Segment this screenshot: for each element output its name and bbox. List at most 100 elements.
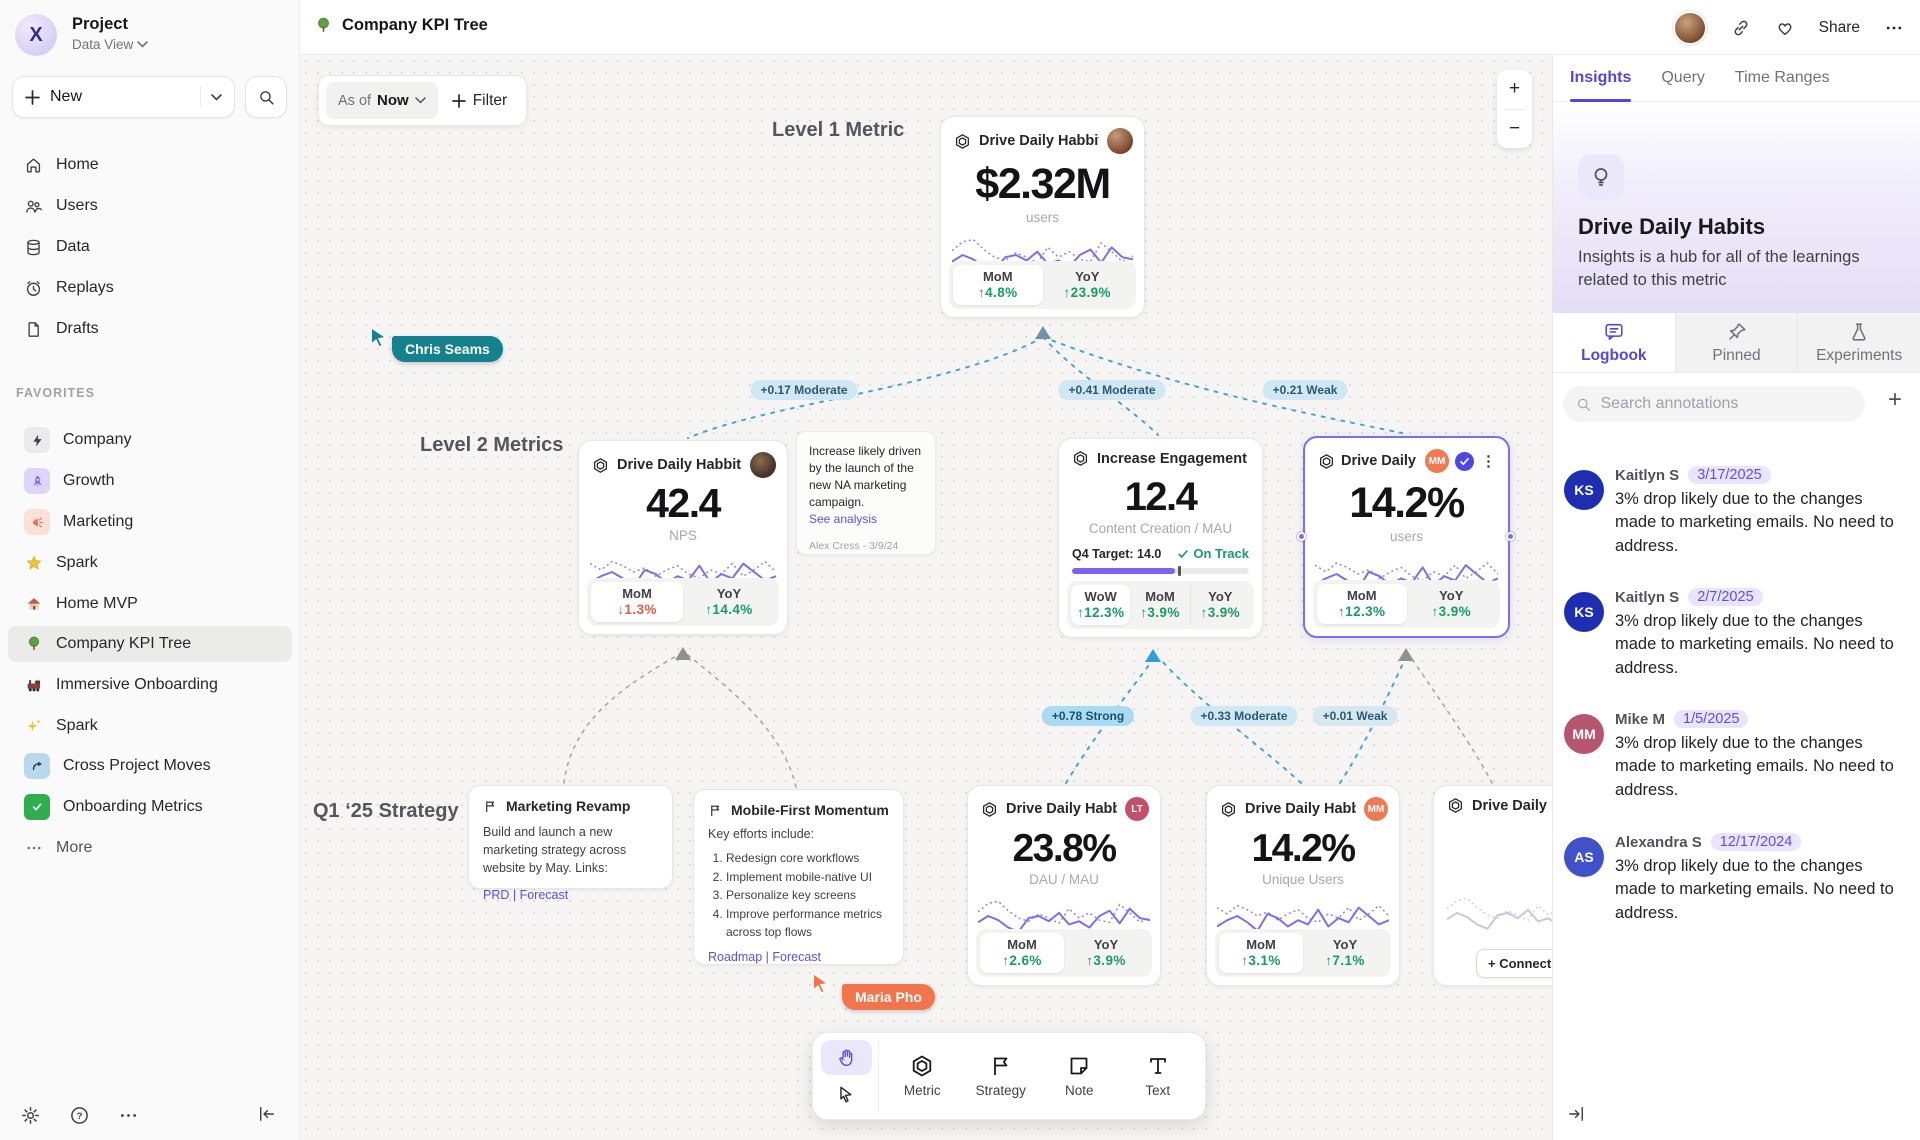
strategy-links[interactable]: Roadmap | Forecast — [708, 950, 889, 964]
note-icon — [1067, 1054, 1091, 1078]
avatar: KS — [1564, 592, 1604, 632]
canvas-filter-bar: As of Now Filter — [318, 75, 527, 126]
tab-query[interactable]: Query — [1661, 55, 1705, 101]
sidebar-search-button[interactable] — [245, 76, 287, 118]
avatar: KS — [1564, 470, 1604, 510]
annotation-date-badge: 12/17/2024 — [1711, 833, 1802, 851]
sidebar-fav-onboarding-metrics[interactable]: Onboarding Metrics — [8, 789, 292, 825]
insights-metric-title: Drive Daily Habits — [1578, 214, 1765, 240]
tool-text[interactable]: Text — [1119, 1040, 1198, 1112]
collapse-panel-icon[interactable] — [1566, 1104, 1586, 1124]
new-dropdown-chevron-icon[interactable] — [211, 94, 222, 101]
annotation-entry[interactable]: MM Mike M 1/5/2025 3% drop likely due to… — [1564, 710, 1910, 802]
metric-card-l1[interactable]: Drive Daily Habbits $2.32M users MoM ↑4.… — [940, 116, 1145, 318]
sidebar-fav-cross-project-moves[interactable]: Cross Project Moves — [8, 748, 292, 784]
tab-insights[interactable]: Insights — [1570, 55, 1631, 101]
connector-handle[interactable] — [1506, 532, 1515, 541]
strategy-card-mobile-first[interactable]: Mobile-First Momentum Key efforts includ… — [693, 789, 904, 965]
cursor-icon — [837, 1085, 856, 1104]
kpi-tree-canvas[interactable]: As of Now Filter + − Level 1 Metric Leve… — [300, 55, 1552, 1140]
flag-icon — [483, 799, 498, 814]
logbook-icon — [1603, 321, 1625, 343]
metric-card-unique-users[interactable]: Drive Daily Habbits MM 14.2% Unique User… — [1206, 785, 1400, 986]
help-icon[interactable]: ? — [69, 1105, 90, 1126]
annotation-entry[interactable]: KS Kaitlyn S 3/17/2025 3% drop likely du… — [1564, 466, 1910, 558]
more-options-icon[interactable] — [118, 1105, 139, 1126]
metric-card-selected[interactable]: Drive Daily Habb.. MM ⋮ 14.2% users MoM … — [1303, 436, 1510, 638]
annotation-entry[interactable]: KS Kaitlyn S 2/7/2025 3% drop likely due… — [1564, 588, 1910, 680]
annotation-note-card[interactable]: Increase likely driven by the launch of … — [796, 431, 936, 555]
sidebar-item-replays[interactable]: Replays — [8, 270, 292, 306]
strategy-card-marketing-revamp[interactable]: Marketing Revamp Build and launch a new … — [468, 785, 673, 889]
stat-yoy: YoY ↑3.9% — [1064, 933, 1148, 973]
card-menu-icon[interactable]: ⋮ — [1480, 452, 1497, 470]
metric-card-nps[interactable]: Drive Daily Habbits 42.4 NPS MoM ↓1.3% Y… — [578, 440, 788, 635]
sidebar-fav-immersive-onboarding[interactable]: Immersive Onboarding — [8, 667, 292, 703]
plus-icon — [25, 90, 40, 105]
sidebar-item-home[interactable]: Home — [8, 147, 292, 183]
sidebar-fav-company[interactable]: Company — [8, 422, 292, 458]
subtab-logbook[interactable]: Logbook — [1553, 313, 1675, 372]
connect-button[interactable]: + Connect — [1476, 949, 1552, 978]
insights-hero: Drive Daily Habits Insights is a hub for… — [1553, 102, 1920, 313]
annotation-search-input[interactable] — [1600, 395, 1852, 413]
add-annotation-button[interactable]: + — [1888, 388, 1902, 412]
subtab-experiments[interactable]: Experiments — [1797, 313, 1920, 372]
sidebar-fav-growth[interactable]: Growth — [8, 463, 292, 499]
sidebar-fav-home-mvp[interactable]: Home MVP — [8, 586, 292, 622]
edge-label: +0.41 Moderate — [1058, 380, 1165, 400]
favorites-heading: FAVORITES — [16, 386, 95, 400]
hand-tool-button[interactable] — [821, 1040, 872, 1075]
sidebar-more[interactable]: More — [8, 830, 292, 866]
home-icon — [24, 156, 43, 175]
project-view-switcher[interactable]: Data View — [72, 37, 148, 52]
favorite-heart-icon[interactable] — [1775, 18, 1795, 38]
tool-metric[interactable]: Metric — [883, 1040, 962, 1112]
sidebar-item-data[interactable]: Data — [8, 229, 292, 265]
filter-button[interactable]: Filter — [452, 92, 519, 110]
stat-mom: MoM ↑2.6% — [980, 933, 1064, 973]
app-root: X Project Data View New Home Users Data — [0, 0, 1920, 1140]
insights-description: Insights is a hub for all of the learnin… — [1578, 246, 1890, 293]
strategy-links[interactable]: PRD | Forecast — [483, 888, 658, 902]
sidebar-fav-spark[interactable]: Spark — [8, 545, 292, 581]
copy-link-icon[interactable] — [1731, 18, 1751, 38]
project-name: Project — [72, 15, 128, 34]
metric-card-dau[interactable]: Drive Daily Habbits LT 23.8% DAU / MAU M… — [967, 785, 1161, 986]
annotation-date-badge: 1/5/2025 — [1674, 710, 1748, 728]
see-analysis-link[interactable]: See analysis — [809, 512, 923, 526]
zoom-in-button[interactable]: + — [1497, 70, 1532, 109]
chevron-down-icon — [137, 41, 148, 48]
select-tool-button[interactable] — [821, 1077, 872, 1112]
tool-note[interactable]: Note — [1040, 1040, 1119, 1112]
owner-badge: LT — [1125, 797, 1149, 821]
tool-strategy[interactable]: Strategy — [962, 1040, 1041, 1112]
connector-handle[interactable] — [1297, 532, 1306, 541]
tab-time-ranges[interactable]: Time Ranges — [1735, 55, 1830, 101]
sidebar-fav-company-kpi-tree[interactable]: Company KPI Tree — [8, 626, 292, 662]
sidebar-item-users[interactable]: Users — [8, 188, 292, 224]
metric-card-engagement[interactable]: Increase Engagement 12.4 Content Creatio… — [1058, 438, 1263, 638]
hand-icon — [837, 1048, 857, 1068]
header-more-icon[interactable] — [1884, 18, 1904, 38]
tree-icon — [24, 635, 43, 654]
collapse-sidebar-icon[interactable] — [257, 1104, 277, 1124]
subtab-pinned[interactable]: Pinned — [1675, 313, 1798, 372]
sidebar-item-drafts[interactable]: Drafts — [8, 311, 292, 347]
new-button[interactable]: New — [12, 76, 235, 118]
settings-gear-icon[interactable] — [20, 1105, 41, 1126]
share-button[interactable]: Share — [1819, 19, 1860, 37]
chevron-down-icon — [415, 97, 426, 104]
as-of-selector[interactable]: As of Now — [326, 82, 438, 119]
strategy-label: Q1 ‘25 Strategy — [313, 800, 459, 823]
stat-mom: MoM ↓1.3% — [591, 582, 683, 622]
annotation-search[interactable] — [1563, 386, 1865, 422]
user-avatar[interactable] — [1673, 11, 1707, 45]
sparkles-icon — [24, 717, 43, 736]
project-logo[interactable]: X — [15, 14, 57, 56]
annotation-entry[interactable]: AS Alexandra S 12/17/2024 3% drop likely… — [1564, 833, 1910, 925]
sidebar-fav-spark-2[interactable]: Spark — [8, 708, 292, 744]
search-icon — [1576, 396, 1591, 413]
sidebar-fav-marketing[interactable]: Marketing — [8, 504, 292, 540]
zoom-out-button[interactable]: − — [1497, 110, 1532, 149]
